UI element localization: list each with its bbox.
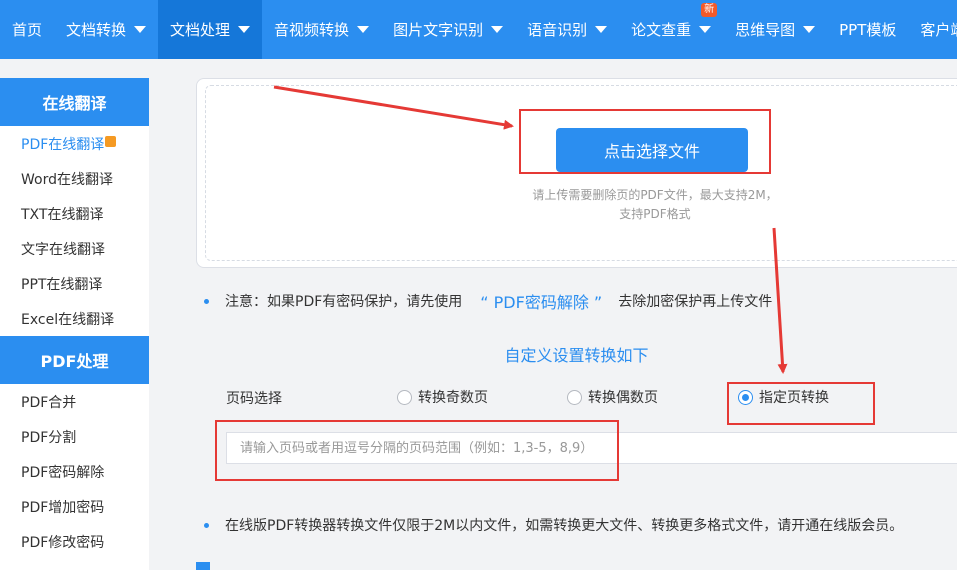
upload-tip-line2: 支持PDF格式 — [619, 207, 691, 221]
caret-down-icon — [491, 26, 504, 33]
highlight-box-input — [215, 420, 619, 481]
radio-label: 转换偶数页 — [588, 390, 658, 406]
nav-item-label: 首页 — [12, 21, 43, 39]
nav-item-label: 图片文字识别 — [393, 21, 484, 39]
nav-item[interactable]: 图片文字识别 — [381, 0, 515, 59]
nav-item-label: 文档转换 — [66, 21, 127, 39]
password-note: 注意：如果PDF有密码保护，请先使用 “ PDF密码解除 ” 去除加密保护再上传… — [204, 289, 772, 313]
highlight-box-upload — [519, 109, 771, 174]
nav-item[interactable]: 客户端 — [908, 0, 957, 59]
radio-even-pages[interactable]: 转换偶数页 — [567, 387, 658, 407]
bullet-dot-icon — [204, 298, 209, 304]
sidebar-item[interactable]: PDF分割 — [0, 419, 149, 454]
sidebar-item[interactable]: Excel在线翻译 — [0, 301, 149, 336]
sidebar-item-label: PDF在线翻译 — [21, 136, 105, 153]
hot-tag-icon — [105, 136, 117, 147]
radio-label: 转换奇数页 — [418, 390, 488, 406]
sidebar-item-label: 文字在线翻译 — [21, 241, 105, 258]
nav-item[interactable]: 音视频转换 — [262, 0, 381, 59]
sidebar-item-label: PDF修改密码 — [21, 534, 105, 551]
sidebar-item[interactable]: PDF增加密码 — [0, 489, 149, 524]
sidebar-item[interactable]: TXT在线翻译 — [0, 196, 149, 231]
sidebar-item[interactable]: Word在线翻译 — [0, 161, 149, 196]
highlight-box-specific — [727, 382, 875, 425]
caret-down-icon — [803, 26, 816, 33]
bullet-dot-icon — [204, 522, 209, 528]
sidebar-item[interactable]: PPT在线翻译 — [0, 266, 149, 301]
nav-item-label: 文档处理 — [170, 21, 231, 39]
sidebar-item-label: TXT在线翻译 — [21, 206, 104, 223]
membership-info-text: 在线版PDF转换器转换文件仅限于2M以内文件，如需转换更大文件、转换更多格式文件… — [225, 518, 904, 534]
nav-item[interactable]: 首页 — [0, 0, 54, 59]
caret-down-icon — [357, 26, 370, 33]
caret-down-icon — [699, 26, 712, 33]
sidebar-item-label: PDF增加密码 — [21, 499, 105, 516]
radio-odd-pages[interactable]: 转换奇数页 — [397, 387, 488, 407]
sidebar-item-label: PDF合并 — [21, 394, 77, 411]
sidebar-item-label: PDF分割 — [21, 429, 77, 446]
sidebar-item-label: Word在线翻译 — [21, 171, 113, 188]
nav-item-label: 论文查重 — [631, 21, 692, 39]
nav-item[interactable]: 文档处理 — [158, 0, 263, 59]
caret-down-icon — [134, 26, 147, 33]
nav-item[interactable]: 语音识别 — [515, 0, 619, 59]
membership-info-bar: 在线版PDF转换器转换文件仅限于2M以内文件，如需转换更大文件、转换更多格式文件… — [196, 502, 957, 548]
top-nav: 首页 文档转换 文档处理 音视频转换 图片文字识别 语音识别 论文查重新思维导图 PPT模板客… — [0, 0, 957, 59]
sidebar-item[interactable]: PDF合并 — [0, 384, 149, 419]
nav-item[interactable]: 思维导图 — [723, 0, 827, 59]
note-prefix: 注意：如果PDF有密码保护，请先使用 — [225, 294, 463, 310]
sidebar-heading-pdf: PDF处理 — [0, 336, 149, 384]
nav-item-label: 语音识别 — [527, 21, 588, 39]
caret-down-icon — [238, 26, 251, 33]
sidebar-item-label: PDF密码解除 — [21, 464, 105, 481]
sidebar-item[interactable]: PDF修改密码 — [0, 524, 149, 559]
page-select-label: 页码选择 — [226, 391, 282, 407]
pdf-unlock-link[interactable]: “ PDF密码解除 ” — [480, 289, 602, 313]
nav-item-label: 客户端 — [920, 21, 957, 39]
settings-title: 自定义设置转换如下 — [504, 346, 649, 365]
nav-item[interactable]: 论文查重新 — [619, 0, 723, 59]
nav-item-label: PPT模板 — [839, 21, 897, 39]
note-suffix: 去除加密保护再上传文件 — [618, 294, 773, 310]
sidebar: 在线翻译 PDF在线翻译 Word在线翻译 TXT在线翻译 文字在线翻译 PPT在线翻译… — [0, 78, 149, 570]
caret-down-icon — [595, 26, 608, 33]
sidebar-item-label: Excel在线翻译 — [21, 311, 115, 328]
sidebar-item[interactable]: 文字在线翻译 — [0, 231, 149, 266]
sidebar-item[interactable]: PDF在线翻译 — [0, 126, 149, 161]
next-section-partial — [196, 562, 957, 570]
nav-item-label: 思维导图 — [735, 21, 796, 39]
sidebar-item-label: PPT在线翻译 — [21, 276, 103, 293]
section-marker-icon — [196, 562, 210, 570]
radio-circle-icon — [397, 389, 412, 405]
upload-tip-line1: 请上传需要删除页的PDF文件，最大支持2M， — [532, 188, 778, 202]
sidebar-heading-translate: 在线翻译 — [0, 78, 149, 126]
sidebar-item[interactable]: PDF密码解除 — [0, 454, 149, 489]
nav-item-label: 音视频转换 — [274, 21, 350, 39]
new-badge: 新 — [701, 3, 718, 17]
radio-circle-icon — [567, 389, 582, 405]
nav-item[interactable]: PPT模板 — [827, 0, 908, 59]
nav-item[interactable]: 文档转换 — [54, 0, 158, 59]
